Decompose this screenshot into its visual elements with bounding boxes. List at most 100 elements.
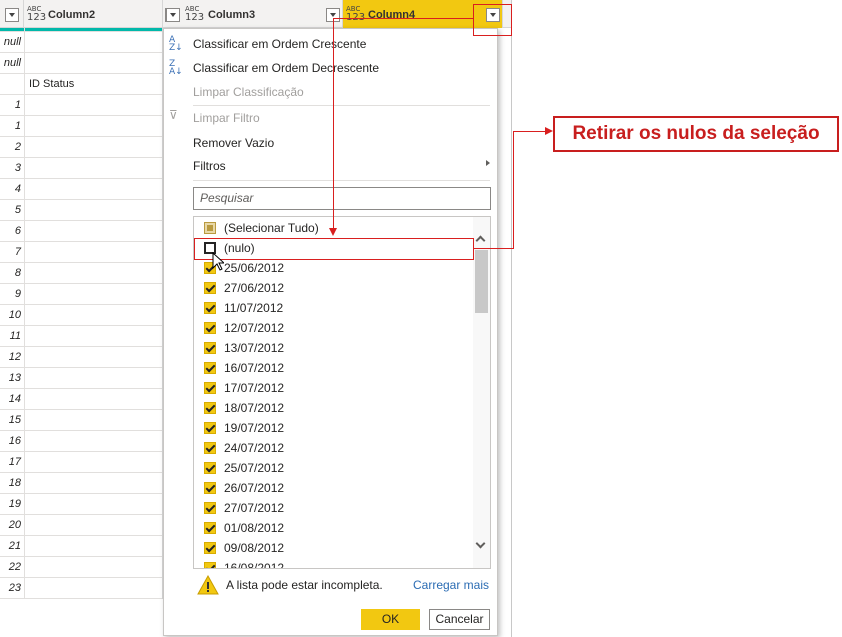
row-number[interactable]: 21 bbox=[0, 536, 24, 557]
list-item[interactable]: 26/07/2012 bbox=[194, 478, 474, 498]
filter-dropdown-icon[interactable] bbox=[166, 8, 180, 22]
row-number[interactable]: 18 bbox=[0, 473, 24, 494]
scroll-up-icon[interactable] bbox=[475, 235, 486, 246]
table-cell[interactable] bbox=[25, 494, 162, 515]
table-cell[interactable] bbox=[25, 452, 162, 473]
row-number[interactable]: 14 bbox=[0, 389, 24, 410]
table-cell[interactable] bbox=[25, 431, 162, 452]
load-more-link[interactable]: Carregar mais bbox=[413, 578, 489, 592]
table-cell[interactable] bbox=[25, 536, 162, 557]
table-cell[interactable] bbox=[25, 578, 162, 599]
type-any-icon[interactable]: ABC123 bbox=[27, 6, 46, 23]
table-cell[interactable] bbox=[25, 410, 162, 431]
list-item[interactable]: 27/07/2012 bbox=[194, 498, 474, 518]
table-cell[interactable] bbox=[25, 473, 162, 494]
row-number[interactable]: 7 bbox=[0, 242, 24, 263]
list-item[interactable]: 19/07/2012 bbox=[194, 418, 474, 438]
table-cell[interactable] bbox=[25, 515, 162, 536]
type-any-icon[interactable]: ABC123 bbox=[346, 6, 365, 23]
list-item[interactable]: 18/07/2012 bbox=[194, 398, 474, 418]
table-cell[interactable] bbox=[25, 221, 162, 242]
row-number[interactable]: 4 bbox=[0, 179, 24, 200]
row-number[interactable]: 1 bbox=[0, 95, 24, 116]
table-cell[interactable] bbox=[25, 284, 162, 305]
value-checkbox[interactable] bbox=[204, 562, 216, 568]
row-number[interactable]: 1 bbox=[0, 116, 24, 137]
scrollbar-thumb[interactable] bbox=[475, 250, 488, 313]
table-cell[interactable] bbox=[25, 557, 162, 578]
row-number[interactable]: 17 bbox=[0, 452, 24, 473]
value-checkbox[interactable] bbox=[204, 282, 216, 294]
table-cell[interactable] bbox=[25, 326, 162, 347]
row-number[interactable]: null bbox=[0, 53, 24, 74]
row-number[interactable]: 15 bbox=[0, 410, 24, 431]
row-number[interactable]: 23 bbox=[0, 578, 24, 599]
table-cell[interactable] bbox=[25, 389, 162, 410]
list-item[interactable]: 09/08/2012 bbox=[194, 538, 474, 558]
list-item[interactable]: 16/07/2012 bbox=[194, 358, 474, 378]
list-item[interactable]: 25/06/2012 bbox=[194, 258, 474, 278]
value-checkbox[interactable] bbox=[204, 462, 216, 474]
value-checkbox[interactable] bbox=[204, 382, 216, 394]
filters-submenu-item[interactable]: Filtros bbox=[193, 159, 226, 173]
list-item[interactable]: 27/06/2012 bbox=[194, 278, 474, 298]
column-header-column3[interactable]: ABC 123 Column3 bbox=[163, 0, 343, 28]
row-number[interactable]: 20 bbox=[0, 515, 24, 536]
value-checkbox[interactable] bbox=[204, 422, 216, 434]
table-cell[interactable]: ID Status bbox=[25, 74, 162, 95]
row-number[interactable]: 11 bbox=[0, 326, 24, 347]
value-checkbox[interactable] bbox=[204, 342, 216, 354]
table-cell[interactable] bbox=[25, 53, 162, 74]
table-cell[interactable] bbox=[25, 116, 162, 137]
ok-button[interactable]: OK bbox=[361, 609, 420, 630]
table-cell[interactable] bbox=[25, 179, 162, 200]
list-scrollbar[interactable] bbox=[473, 217, 490, 568]
table-cell[interactable] bbox=[25, 158, 162, 179]
list-item[interactable]: 12/07/2012 bbox=[194, 318, 474, 338]
row-number[interactable]: 13 bbox=[0, 368, 24, 389]
row-number[interactable]: 16 bbox=[0, 431, 24, 452]
list-item[interactable]: 11/07/2012 bbox=[194, 298, 474, 318]
value-checkbox[interactable] bbox=[204, 482, 216, 494]
list-item[interactable]: 25/07/2012 bbox=[194, 458, 474, 478]
scroll-down-icon[interactable] bbox=[475, 538, 486, 549]
list-item[interactable]: 17/07/2012 bbox=[194, 378, 474, 398]
row-number[interactable]: 19 bbox=[0, 494, 24, 515]
clear-sort-item[interactable]: Limpar Classificação bbox=[193, 85, 304, 99]
sort-descending-item[interactable]: Classificar em Ordem Decrescente bbox=[193, 61, 379, 75]
type-any-icon[interactable]: ABC123 bbox=[185, 6, 204, 23]
clear-filter-item[interactable]: Limpar Filtro bbox=[193, 111, 260, 125]
remove-empty-item[interactable]: Remover Vazio bbox=[193, 136, 274, 150]
table-cell[interactable] bbox=[25, 242, 162, 263]
table-cell[interactable] bbox=[25, 305, 162, 326]
row-number[interactable]: 8 bbox=[0, 263, 24, 284]
table-cell[interactable] bbox=[25, 137, 162, 158]
sort-ascending-item[interactable]: Classificar em Ordem Crescente bbox=[193, 37, 366, 51]
select-all-checkbox[interactable] bbox=[204, 222, 216, 234]
search-input[interactable]: Pesquisar bbox=[193, 187, 491, 210]
value-checkbox[interactable] bbox=[204, 302, 216, 314]
table-cell[interactable] bbox=[25, 368, 162, 389]
row-number[interactable]: 9 bbox=[0, 284, 24, 305]
row-number[interactable]: 22 bbox=[0, 557, 24, 578]
table-cell[interactable] bbox=[25, 95, 162, 116]
row-number[interactable]: 5 bbox=[0, 200, 24, 221]
value-checkbox[interactable] bbox=[204, 362, 216, 374]
row-number[interactable]: 2 bbox=[0, 137, 24, 158]
list-item[interactable]: 01/08/2012 bbox=[194, 518, 474, 538]
value-checkbox[interactable] bbox=[204, 402, 216, 414]
row-number[interactable]: 6 bbox=[0, 221, 24, 242]
row-number[interactable]: 10 bbox=[0, 305, 24, 326]
row-number[interactable]: 3 bbox=[0, 158, 24, 179]
table-cell[interactable] bbox=[25, 200, 162, 221]
table-cell[interactable] bbox=[25, 263, 162, 284]
table-menu-dropdown-icon[interactable] bbox=[5, 8, 19, 22]
row-number[interactable]: null bbox=[0, 32, 24, 53]
value-checkbox[interactable] bbox=[204, 522, 216, 534]
column-header-column2[interactable]: ABC 123 Column2 bbox=[24, 0, 179, 28]
list-item[interactable]: 24/07/2012 bbox=[194, 438, 474, 458]
value-checkbox[interactable] bbox=[204, 542, 216, 554]
value-checkbox[interactable] bbox=[204, 322, 216, 334]
table-cell[interactable] bbox=[25, 347, 162, 368]
value-checkbox[interactable] bbox=[204, 442, 216, 454]
